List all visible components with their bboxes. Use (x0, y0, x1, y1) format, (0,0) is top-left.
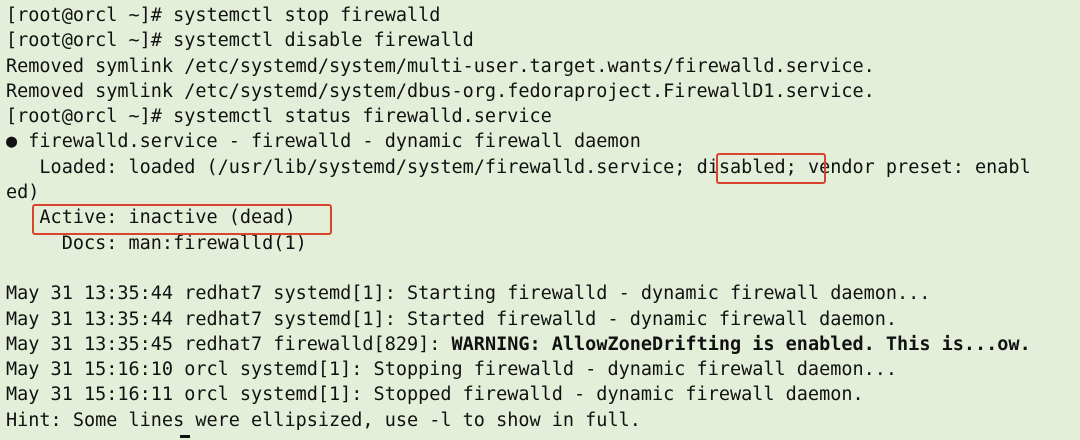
status-active-line: Active: inactive (dead) (6, 205, 1080, 230)
terminal-cursor (180, 435, 190, 438)
output-line-removed-symlink-1: Removed symlink /etc/systemd/system/mult… (6, 55, 875, 77)
terminal-window[interactable]: [root@orcl ~]# systemctl stop firewalld … (0, 0, 1080, 440)
log-line-warning: May 31 13:35:45 redhat7 firewalld[829]: … (6, 332, 1080, 357)
hint-line: Hint: Some lines were ellipsized, use -l… (6, 409, 641, 431)
loaded-suffix: ; vendor preset: enabl (785, 156, 1031, 178)
active-text: Active: inactive (dead) (6, 207, 296, 229)
loaded-prefix: Loaded: loaded (/usr/lib/systemd/system/… (6, 156, 697, 178)
disabled-state-text: disabled (696, 156, 786, 178)
status-header-line: ● firewalld.service - firewalld - dynami… (6, 131, 641, 153)
prompt-line-disable: [root@orcl ~]# systemctl disable firewal… (6, 30, 474, 52)
warning-text: WARNING: AllowZoneDrifting is enabled. T… (451, 333, 1031, 355)
output-line-removed-symlink-2: Removed symlink /etc/systemd/system/dbus… (6, 80, 875, 102)
log-line: May 31 13:35:44 redhat7 systemd[1]: Star… (6, 283, 931, 305)
log-prefix: May 31 13:35:45 redhat7 firewalld[829]: (6, 333, 452, 355)
status-loaded-wrap-line: ed) (6, 182, 40, 204)
log-line: May 31 15:16:11 orcl systemd[1]: Stopped… (6, 384, 864, 406)
prompt-line-stop: [root@orcl ~]# systemctl stop firewalld (6, 5, 441, 26)
status-docs-line: Docs: man:firewalld(1) (6, 232, 307, 254)
prompt-line-status: [root@orcl ~]# systemctl status firewall… (6, 106, 552, 128)
status-loaded-line: Loaded: loaded (/usr/lib/systemd/system/… (6, 155, 1080, 180)
log-line: May 31 15:16:10 orcl systemd[1]: Stoppin… (6, 359, 898, 381)
log-line: May 31 13:35:44 redhat7 systemd[1]: Star… (6, 308, 898, 330)
